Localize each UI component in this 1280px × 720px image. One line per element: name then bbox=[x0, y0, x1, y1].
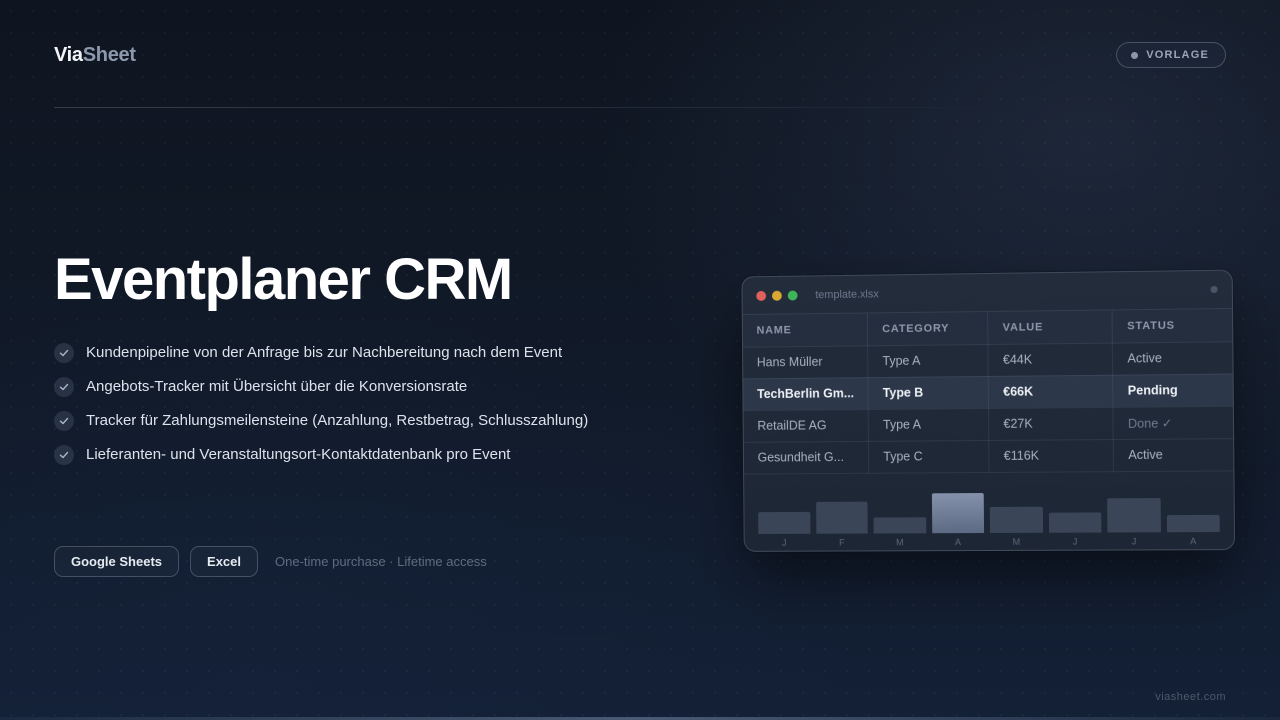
chart-bar bbox=[874, 517, 926, 533]
month-label: A bbox=[932, 537, 984, 547]
platform-pills: Google Sheets Excel One-time purchase · … bbox=[54, 546, 487, 577]
chart-bar bbox=[1166, 514, 1219, 531]
feature-text: Kundenpipeline von der Anfrage bis zur N… bbox=[86, 343, 562, 363]
feature-item: Tracker für Zahlungsmeilensteine (Anzahl… bbox=[54, 411, 594, 431]
brand-logo-part2: Sheet bbox=[83, 44, 136, 66]
bar-series bbox=[758, 481, 1220, 533]
column-header-value: VALUE bbox=[988, 310, 1113, 344]
check-icon bbox=[54, 411, 74, 431]
chart-bar bbox=[990, 506, 1043, 532]
cell-status: Active bbox=[1114, 438, 1234, 471]
table-row-highlighted: TechBerlin Gm... Type B €66K Pending bbox=[743, 374, 1233, 411]
preview-table: NAME CATEGORY VALUE STATUS Hans Müller T… bbox=[743, 309, 1234, 474]
footer-url[interactable]: viasheet.com bbox=[1155, 691, 1226, 703]
feature-text: Angebots-Tracker mit Übersicht über die … bbox=[86, 377, 467, 397]
spreadsheet-window: template.xlsx NAME CATEGORY VALUE STATUS… bbox=[741, 270, 1235, 552]
cell-name: Hans Müller bbox=[743, 345, 868, 378]
chart-bar bbox=[816, 501, 868, 533]
badge-dot-icon bbox=[1131, 52, 1138, 59]
month-label: A bbox=[1167, 536, 1220, 546]
cell-name: TechBerlin Gm... bbox=[743, 377, 868, 410]
cell-status: Active bbox=[1113, 341, 1233, 374]
month-labels: J F M A M J J A bbox=[758, 536, 1220, 548]
cell-category: Type A bbox=[869, 408, 990, 441]
check-icon bbox=[54, 445, 74, 465]
purchase-note: One-time purchase · Lifetime access bbox=[275, 554, 487, 569]
window-titlebar: template.xlsx bbox=[742, 271, 1232, 315]
cell-category: Type A bbox=[868, 344, 989, 377]
check-icon bbox=[54, 343, 74, 363]
badge-label: VORLAGE bbox=[1146, 49, 1209, 61]
feature-list: Kundenpipeline von der Anfrage bis zur N… bbox=[54, 343, 594, 479]
month-label: J bbox=[1107, 536, 1160, 546]
month-label: J bbox=[1049, 536, 1102, 546]
feature-text: Tracker für Zahlungsmeilensteine (Anzahl… bbox=[86, 411, 588, 431]
table-row: RetailDE AG Type A €27K Done ✓ bbox=[744, 406, 1234, 442]
spreadsheet-preview: template.xlsx NAME CATEGORY VALUE STATUS… bbox=[740, 273, 1232, 551]
chart-bar bbox=[1107, 498, 1160, 532]
header-divider bbox=[54, 107, 1014, 108]
table-row: Gesundheit G... Type C €116K Active bbox=[744, 438, 1234, 473]
cell-value: €66K bbox=[989, 375, 1114, 408]
window-indicator-icon bbox=[1210, 286, 1217, 293]
column-header-name: NAME bbox=[743, 313, 868, 346]
window-filename: template.xlsx bbox=[815, 283, 1210, 300]
chart-bar bbox=[931, 493, 984, 533]
feature-item: Angebots-Tracker mit Übersicht über die … bbox=[54, 377, 594, 397]
feature-text: Lieferanten- und Veranstaltungsort-Konta… bbox=[86, 445, 510, 465]
maximize-dot-icon bbox=[788, 290, 798, 300]
feature-item: Lieferanten- und Veranstaltungsort-Konta… bbox=[54, 445, 594, 465]
month-label: M bbox=[874, 537, 926, 547]
cell-value: €44K bbox=[988, 343, 1113, 376]
cell-value: €27K bbox=[989, 407, 1114, 440]
cell-category: Type C bbox=[869, 440, 990, 473]
cell-status: Done ✓ bbox=[1113, 406, 1233, 439]
month-label: F bbox=[816, 537, 868, 547]
table-row: Hans Müller Type A €44K Active bbox=[743, 341, 1233, 378]
minimize-dot-icon bbox=[772, 290, 782, 300]
month-label: M bbox=[990, 536, 1043, 546]
cell-status: Pending bbox=[1113, 374, 1233, 407]
column-header-status: STATUS bbox=[1112, 309, 1232, 343]
cell-category: Type B bbox=[868, 376, 989, 409]
cell-name: RetailDE AG bbox=[744, 409, 869, 442]
column-header-category: CATEGORY bbox=[868, 312, 989, 345]
cell-value: €116K bbox=[989, 439, 1114, 472]
brand-logo-part1: Via bbox=[54, 44, 83, 66]
template-badge: VORLAGE bbox=[1116, 42, 1226, 68]
excel-pill[interactable]: Excel bbox=[190, 546, 258, 577]
brand-logo[interactable]: ViaSheet bbox=[54, 44, 136, 67]
check-icon bbox=[54, 377, 74, 397]
cell-name: Gesundheit G... bbox=[744, 441, 869, 474]
chart-bar bbox=[758, 511, 810, 533]
chart-bar bbox=[1048, 512, 1101, 532]
mini-bar-chart: J F M A M J J A bbox=[744, 471, 1234, 551]
page-title: Eventplaner CRM bbox=[54, 246, 512, 313]
month-label: J bbox=[758, 537, 810, 547]
google-sheets-pill[interactable]: Google Sheets bbox=[54, 546, 179, 577]
close-dot-icon bbox=[756, 290, 766, 300]
feature-item: Kundenpipeline von der Anfrage bis zur N… bbox=[54, 343, 594, 363]
